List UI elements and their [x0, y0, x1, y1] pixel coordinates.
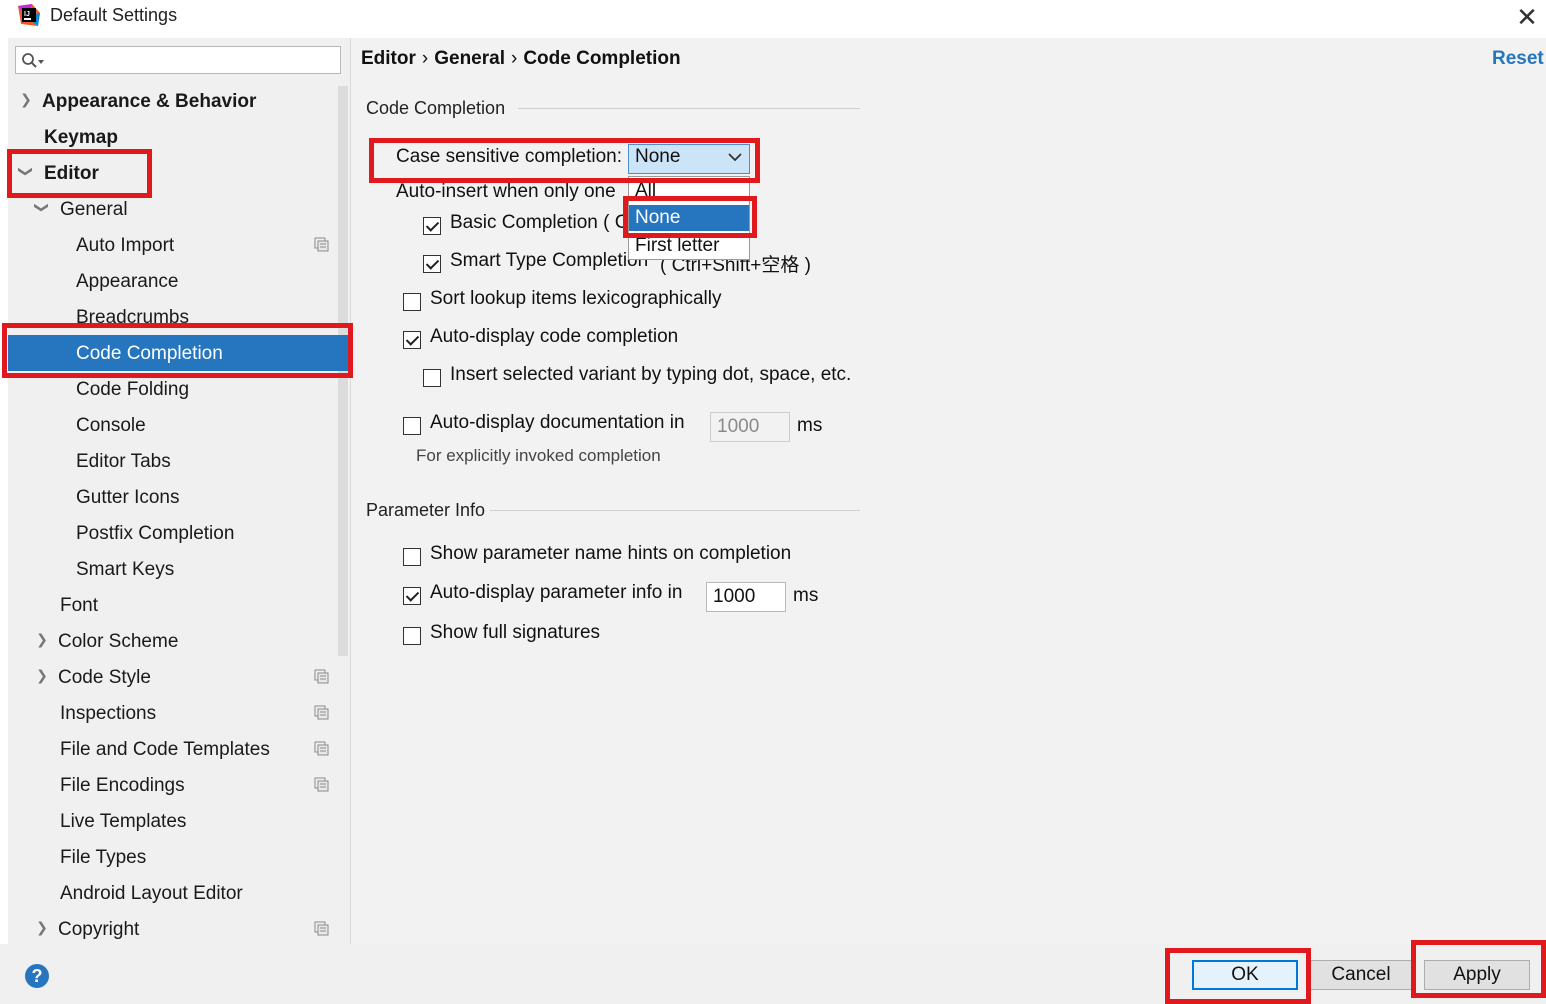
- auto-display-param-checkbox[interactable]: [403, 587, 421, 605]
- sidebar-item-appearance-behavior[interactable]: Appearance & Behavior: [42, 84, 256, 120]
- copy-project-icon: [314, 669, 329, 684]
- auto-display-completion-checkbox[interactable]: [403, 331, 421, 349]
- svg-text:IJ: IJ: [24, 11, 30, 18]
- ms-unit-label: ms: [797, 415, 823, 436]
- window-title: Default Settings: [50, 5, 178, 25]
- doc-delay-input[interactable]: 1000: [710, 412, 790, 442]
- sidebar-item-postfix-completion[interactable]: Postfix Completion: [76, 516, 234, 552]
- breadcrumb-separator: ›: [421, 48, 429, 69]
- sort-lookup-label: Sort lookup items lexicographically: [430, 288, 722, 309]
- basic-completion-checkbox[interactable]: [423, 217, 441, 235]
- insert-variant-checkbox[interactable]: [423, 369, 441, 387]
- annotation-box-apply: [1411, 940, 1546, 998]
- search-input[interactable]: [15, 46, 341, 74]
- show-full-signatures-checkbox[interactable]: [403, 627, 421, 645]
- section-divider: [490, 510, 860, 511]
- breadcrumb-separator: ›: [510, 48, 518, 69]
- chevron-right-icon[interactable]: ❯: [35, 919, 49, 936]
- copy-project-icon: [314, 741, 329, 756]
- sort-lookup-checkbox[interactable]: [403, 293, 421, 311]
- breadcrumb: Editor › General › Code Completion: [361, 48, 681, 70]
- show-param-hints-checkbox[interactable]: [403, 548, 421, 566]
- copy-project-icon: [314, 921, 329, 936]
- auto-insert-label: Auto-insert when only one: [396, 181, 616, 202]
- breadcrumb-general: General: [434, 48, 505, 69]
- close-icon[interactable]: ✕: [1512, 2, 1542, 32]
- basic-completion-label: Basic Completion ( C: [450, 212, 629, 233]
- section-divider: [518, 108, 860, 109]
- annotation-box-editor: [7, 149, 152, 198]
- copy-project-icon: [314, 777, 329, 792]
- sidebar-item-editor-tabs[interactable]: Editor Tabs: [76, 444, 171, 480]
- help-icon[interactable]: ?: [25, 964, 49, 988]
- sidebar-item-code-style[interactable]: Code Style: [58, 660, 151, 696]
- breadcrumb-editor: Editor: [361, 48, 416, 69]
- sidebar-item-gutter-icons[interactable]: Gutter Icons: [76, 480, 180, 516]
- show-param-hints-label: Show parameter name hints on completion: [430, 543, 792, 564]
- smart-type-checkbox[interactable]: [423, 255, 441, 273]
- copy-project-icon: [314, 705, 329, 720]
- show-full-signatures-label: Show full signatures: [430, 622, 601, 643]
- chevron-down-icon[interactable]: ❯: [34, 201, 51, 215]
- breadcrumb-code-completion: Code Completion: [523, 48, 681, 69]
- sidebar-item-font[interactable]: Font: [60, 588, 98, 624]
- sidebar-item-file-types[interactable]: File Types: [60, 840, 146, 876]
- section-title-code-completion: Code Completion: [366, 98, 506, 118]
- auto-display-doc-label: Auto-display documentation in: [430, 412, 685, 433]
- ms-unit-label: ms: [793, 585, 819, 606]
- copy-project-icon: [314, 237, 329, 252]
- sidebar-item-auto-import[interactable]: Auto Import: [76, 228, 174, 264]
- section-title-parameter-info: Parameter Info: [366, 500, 486, 520]
- sidebar-item-file-code-templates[interactable]: File and Code Templates: [60, 732, 270, 768]
- chevron-right-icon[interactable]: ❯: [19, 91, 33, 108]
- param-delay-input[interactable]: 1000: [706, 582, 786, 612]
- sidebar-item-smart-keys[interactable]: Smart Keys: [76, 552, 174, 588]
- annotation-box-case-sensitive: [369, 138, 760, 183]
- sidebar-item-file-encodings[interactable]: File Encodings: [60, 768, 185, 804]
- annotation-box-ok: [1165, 948, 1311, 1004]
- sidebar-item-android-layout-editor[interactable]: Android Layout Editor: [60, 876, 243, 912]
- annotation-box-none-option: [623, 196, 757, 238]
- auto-display-completion-label: Auto-display code completion: [430, 326, 679, 347]
- auto-display-doc-checkbox[interactable]: [403, 417, 421, 435]
- cancel-button[interactable]: Cancel: [1308, 960, 1414, 990]
- annotation-box-code-completion: [2, 323, 353, 378]
- auto-display-param-label: Auto-display parameter info in: [430, 582, 683, 603]
- search-icon: [22, 53, 44, 68]
- reset-link[interactable]: Reset: [1492, 48, 1544, 70]
- chevron-right-icon[interactable]: ❯: [35, 631, 49, 648]
- title-bar: [0, 0, 1546, 34]
- sidebar-item-inspections[interactable]: Inspections: [60, 696, 156, 732]
- sidebar-item-live-templates[interactable]: Live Templates: [60, 804, 186, 840]
- doc-hint-text: For explicitly invoked completion: [416, 446, 661, 465]
- sidebar-item-copyright[interactable]: Copyright: [58, 912, 139, 948]
- chevron-right-icon[interactable]: ❯: [35, 667, 49, 684]
- sidebar-item-color-scheme[interactable]: Color Scheme: [58, 624, 178, 660]
- insert-variant-label: Insert selected variant by typing dot, s…: [450, 364, 852, 385]
- smart-type-label: Smart Type Completion: [450, 250, 649, 271]
- sidebar-item-console[interactable]: Console: [76, 408, 146, 444]
- sidebar-item-appearance[interactable]: Appearance: [76, 264, 178, 300]
- intellij-app-icon: IJ: [18, 4, 40, 26]
